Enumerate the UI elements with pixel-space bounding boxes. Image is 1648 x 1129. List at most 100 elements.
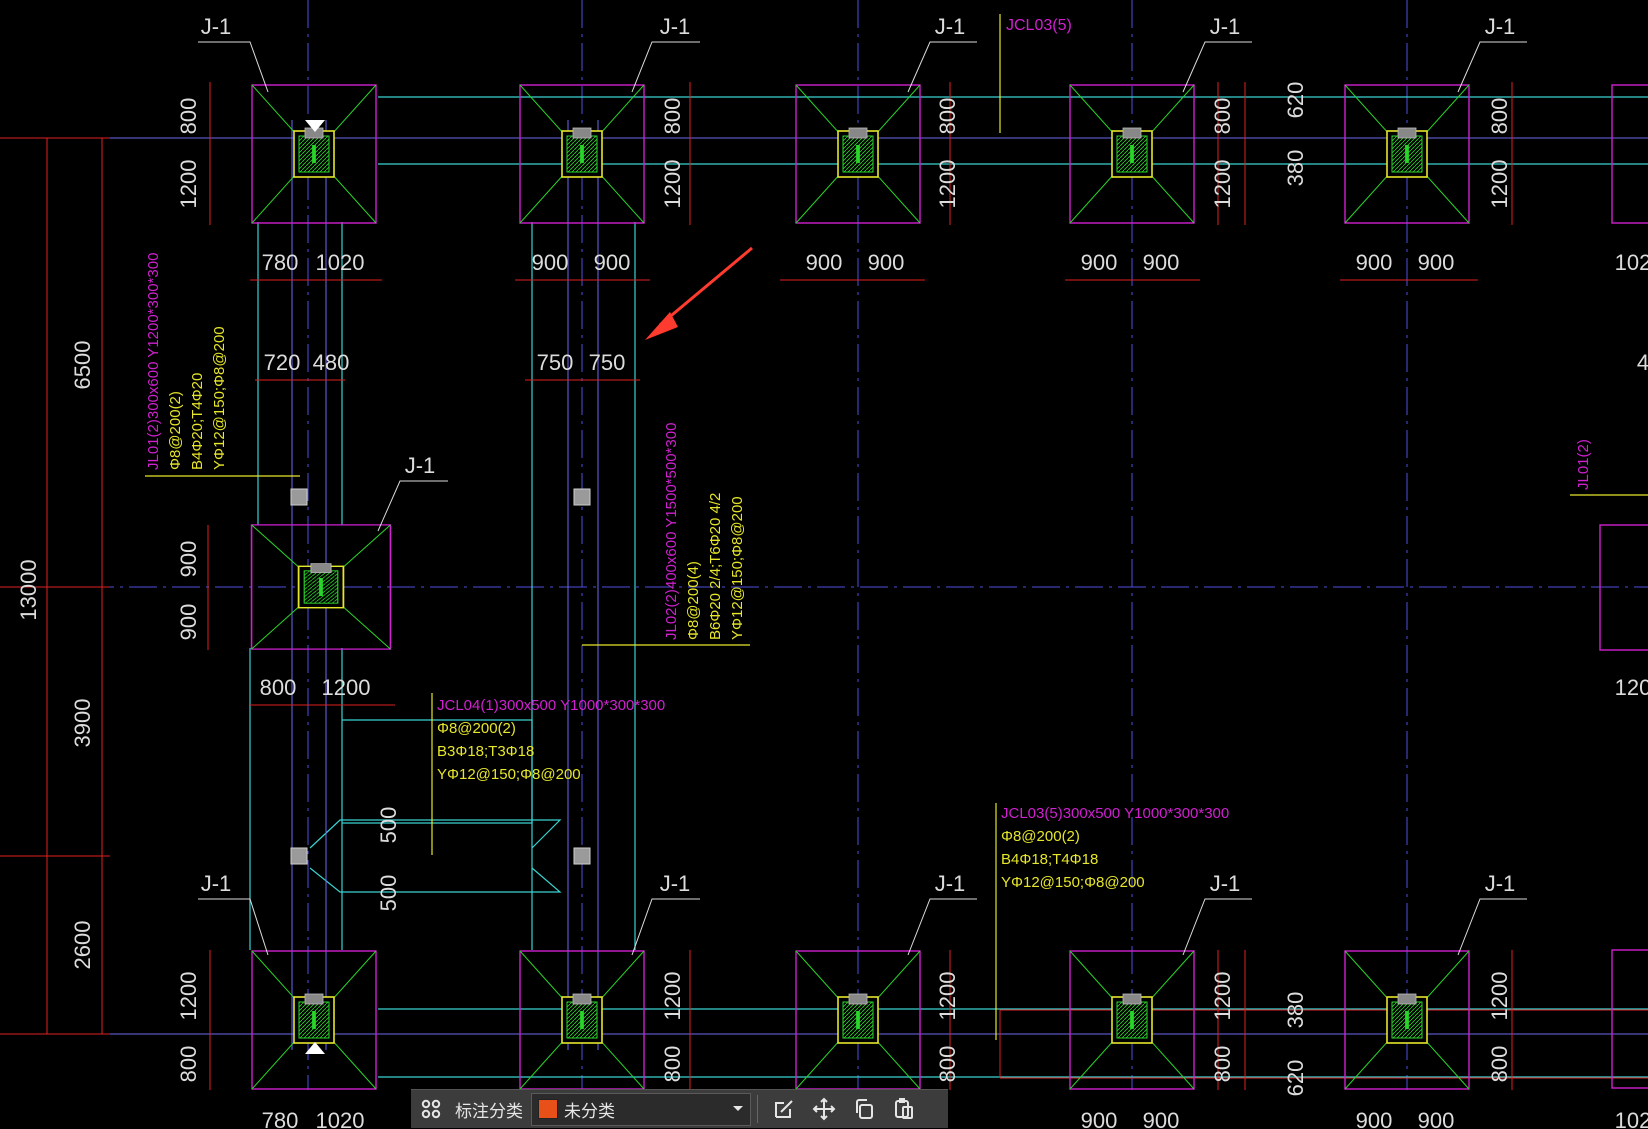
svg-text:Φ8@200(2): Φ8@200(2) [167, 391, 184, 470]
cad-drawing-canvas[interactable]: I I I I I I I I I I I J-1 J-1 J-1 J-1 J-… [0, 0, 1648, 1128]
paste-icon [895, 1098, 913, 1119]
svg-text:1020: 1020 [316, 1108, 365, 1128]
dimension-text-top-horizontal: 780 1020 900 900 900 900 900 900 900 900… [262, 250, 1648, 275]
svg-text:500: 500 [376, 875, 401, 912]
grid-menu-button[interactable] [411, 1090, 451, 1129]
pointer-arrow [645, 246, 753, 340]
svg-text:800: 800 [1487, 98, 1512, 135]
svg-text:900: 900 [806, 250, 843, 275]
svg-text:480: 480 [313, 350, 350, 375]
svg-text:1200: 1200 [176, 972, 201, 1021]
chevron-down-icon [733, 1106, 743, 1111]
jcl03-annotation: JCL03(5)300x500 Y1000*300*300 Φ8@200(2) … [1001, 805, 1229, 891]
category-dropdown[interactable]: 未分类 [531, 1092, 751, 1126]
svg-text:750: 750 [589, 350, 626, 375]
column-symbol: I [1403, 1005, 1410, 1035]
dim-seg: 6500 [70, 341, 95, 390]
grid-icon [421, 1099, 441, 1119]
jl02-annotation: JL02(2)400x600 Y1500*500*300 Φ8@200(4) B… [663, 423, 746, 640]
foundation-tag: J-1 [1210, 14, 1241, 39]
svg-text:900: 900 [868, 250, 905, 275]
svg-text:900: 900 [176, 604, 201, 641]
svg-text:B4Φ20;T4Φ20: B4Φ20;T4Φ20 [189, 373, 206, 470]
svg-text:800: 800 [660, 1046, 685, 1083]
edit-icon [775, 1100, 793, 1118]
svg-text:900: 900 [532, 250, 569, 275]
foundation-partial-right-top[interactable] [1611, 84, 1648, 224]
svg-text:1200: 1200 [322, 675, 371, 700]
svg-text:620: 620 [1283, 1060, 1308, 1097]
column-symbol: I [1128, 1005, 1135, 1035]
move-button[interactable] [804, 1090, 844, 1129]
svg-text:900: 900 [1356, 1108, 1393, 1128]
svg-text:1200: 1200 [1210, 972, 1235, 1021]
foundation-tag: J-1 [1210, 871, 1241, 896]
foundation-tag: J-1 [660, 14, 691, 39]
edit-button[interactable] [764, 1090, 804, 1129]
column-symbol: I [578, 1005, 585, 1035]
column-symbol: I [310, 1005, 317, 1035]
foundation-tag: J-1 [935, 871, 966, 896]
jcl03-top-tag: JCL03(5) [1006, 17, 1072, 34]
dim-overall: 13000 [16, 559, 41, 620]
dimension-text-mid: 720 480 750 750 900 900 800 1200 4 120 5… [176, 350, 1648, 911]
svg-text:800: 800 [176, 1046, 201, 1083]
foundation-tag: J-1 [1485, 14, 1516, 39]
foundation-tag: J-1 [201, 871, 232, 896]
svg-text:800: 800 [935, 1046, 960, 1083]
foundation-tag: J-1 [660, 871, 691, 896]
svg-text:YΦ12@150;Φ8@200: YΦ12@150;Φ8@200 [211, 326, 228, 470]
column-symbol: I [578, 139, 585, 169]
jl01-right-tag: JL01(2) [1575, 439, 1592, 490]
svg-text:Φ8@200(2): Φ8@200(2) [437, 720, 516, 737]
column-symbol: I [1403, 139, 1410, 169]
dim-seg: 3900 [70, 699, 95, 748]
column-symbol: I [310, 139, 317, 169]
category-value: 未分类 [564, 1101, 615, 1121]
svg-text:1020: 1020 [316, 250, 365, 275]
svg-text:YΦ12@150;Φ8@200: YΦ12@150;Φ8@200 [437, 766, 581, 783]
svg-text:800: 800 [176, 98, 201, 135]
dimension-text-left: 13000 6500 3900 2600 [16, 341, 95, 970]
foundation-partial-right-bottom[interactable] [1611, 949, 1648, 1089]
svg-text:JCL03(5)300x500 Y1000*300*300: JCL03(5)300x500 Y1000*300*300 [1001, 805, 1229, 822]
svg-text:Φ8@200(4): Φ8@200(4) [685, 561, 702, 640]
move-icon [812, 1097, 836, 1121]
svg-text:900: 900 [1143, 1108, 1180, 1128]
foundation-tag: J-1 [405, 453, 436, 478]
svg-text:800: 800 [1210, 1046, 1235, 1083]
svg-text:800: 800 [935, 98, 960, 135]
copy-button[interactable] [844, 1090, 884, 1129]
svg-text:JCL04(1)300x500 Y1000*300*300: JCL04(1)300x500 Y1000*300*300 [437, 697, 665, 714]
svg-text:750: 750 [537, 350, 574, 375]
svg-text:B4Φ18;T4Φ18: B4Φ18;T4Φ18 [1001, 851, 1098, 868]
svg-text:900: 900 [1356, 250, 1393, 275]
paste-button[interactable] [884, 1090, 924, 1129]
svg-text:JL01(2)300x600 Y1200*300*300: JL01(2)300x600 Y1200*300*300 [145, 253, 162, 470]
svg-text:900: 900 [176, 541, 201, 578]
svg-text:1200: 1200 [1487, 160, 1512, 209]
svg-text:800: 800 [1487, 1046, 1512, 1083]
column-symbol: I [317, 572, 324, 602]
svg-text:120: 120 [1615, 675, 1648, 700]
column-symbol: I [854, 1005, 861, 1035]
svg-text:1200: 1200 [1487, 972, 1512, 1021]
svg-text:720: 720 [264, 350, 301, 375]
toolbar-divider [757, 1095, 758, 1123]
svg-text:900: 900 [594, 250, 631, 275]
svg-text:Φ8@200(2): Φ8@200(2) [1001, 828, 1080, 845]
svg-text:800: 800 [260, 675, 297, 700]
svg-text:1200: 1200 [660, 972, 685, 1021]
svg-text:102: 102 [1615, 250, 1648, 275]
svg-text:800: 800 [660, 98, 685, 135]
category-label: 标注分类 [455, 1101, 523, 1121]
svg-text:YΦ12@150;Φ8@200: YΦ12@150;Φ8@200 [729, 496, 746, 640]
column-symbol: I [1128, 139, 1135, 169]
jcl04-annotation: JCL04(1)300x500 Y1000*300*300 Φ8@200(2) … [437, 697, 665, 783]
svg-text:1200: 1200 [660, 160, 685, 209]
svg-text:900: 900 [1081, 1108, 1118, 1128]
svg-text:1200: 1200 [176, 160, 201, 209]
svg-text:B6Φ20 2/4;T6Φ20 4/2: B6Φ20 2/4;T6Φ20 4/2 [707, 493, 724, 640]
svg-text:JL02(2)400x600 Y1500*500*300: JL02(2)400x600 Y1500*500*300 [663, 423, 680, 640]
svg-text:780: 780 [262, 1108, 299, 1128]
